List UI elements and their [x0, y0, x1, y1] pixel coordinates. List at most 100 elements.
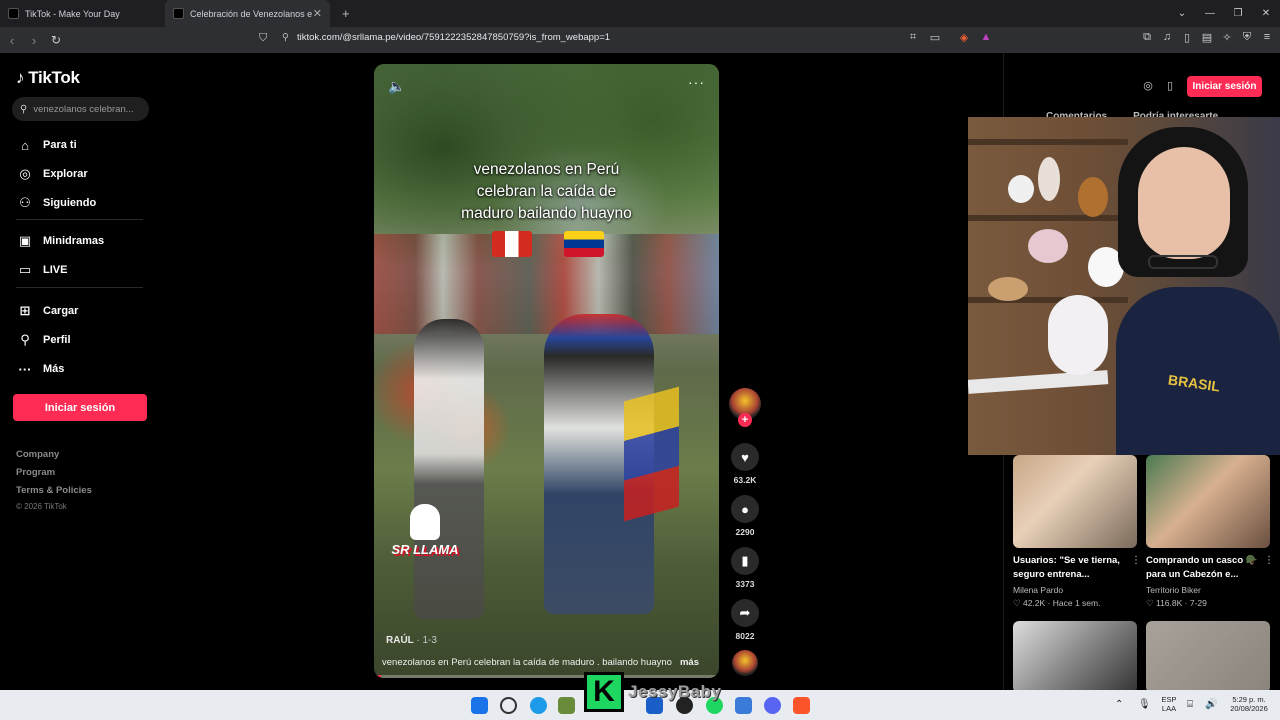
- video-description: venezolanos en Perú celebran la caída de…: [382, 657, 699, 668]
- following-icon: ⚇: [19, 195, 31, 210]
- volume-tray-icon[interactable]: 🔊: [1205, 699, 1217, 710]
- profile-icon: ⚲: [20, 332, 30, 347]
- more-link[interactable]: más: [680, 657, 699, 668]
- live-icon: ▭: [18, 262, 32, 277]
- tab-video[interactable]: Celebración de Venezolanos e ✕: [165, 0, 330, 27]
- divider: [16, 287, 143, 288]
- url-field[interactable]: ⚲ tiktok.com/@srllama.pe/video/7591222352…: [282, 32, 610, 43]
- bookmark-icon[interactable]: ⛉: [259, 32, 267, 45]
- edge-icon[interactable]: [530, 697, 547, 714]
- share-icon: ➦: [731, 599, 759, 627]
- nav-para-ti[interactable]: ⌂ Para ti: [16, 135, 77, 155]
- music-disc[interactable]: [728, 650, 762, 676]
- compass-icon[interactable]: ◎: [1137, 79, 1159, 92]
- nav-siguiendo[interactable]: ⚇ Siguiendo: [16, 193, 96, 213]
- close-tab-icon[interactable]: ✕: [313, 7, 322, 20]
- app-icon[interactable]: [558, 697, 575, 714]
- minimize-icon[interactable]: —: [1196, 8, 1224, 19]
- footer-terms-link[interactable]: Terms & Policies: [16, 485, 92, 496]
- footer-company-link[interactable]: Company: [16, 449, 59, 460]
- forward-icon[interactable]: ›: [24, 33, 44, 48]
- post-date: · 1-3: [416, 635, 437, 646]
- streamer-face: [1138, 147, 1230, 259]
- site-info-icon[interactable]: ⚲: [282, 32, 289, 43]
- like-button[interactable]: ♥ 63.2K: [728, 443, 762, 485]
- brave-shield-icon[interactable]: ◈: [956, 31, 972, 44]
- video-author: Milena Pardo: [1013, 585, 1064, 595]
- progress-fill: [374, 675, 381, 678]
- new-tab-button[interactable]: +: [342, 6, 350, 21]
- maximize-icon[interactable]: ❐: [1224, 8, 1252, 19]
- nav-explorar[interactable]: ◎ Explorar: [16, 164, 87, 184]
- save-button[interactable]: ▮ 3373: [728, 547, 762, 589]
- sidebar-icon[interactable]: ▯: [1179, 31, 1195, 44]
- language-indicator[interactable]: ESP LAA: [1160, 695, 1178, 713]
- venezuela-flag-cape: [624, 386, 679, 522]
- vpn-icon[interactable]: ⛨: [1239, 31, 1255, 44]
- tray-chevron-icon[interactable]: ⌃: [1115, 699, 1123, 710]
- mic-tray-icon[interactable]: 🎙: [1138, 699, 1151, 710]
- video-author[interactable]: RAÚL · 1-3: [386, 635, 437, 646]
- plush-toy: [1038, 157, 1060, 201]
- video-progress-bar[interactable]: [374, 675, 719, 678]
- tab-tiktok[interactable]: TikTok - Make Your Day: [0, 0, 165, 27]
- video-options-icon[interactable]: ···: [688, 74, 705, 90]
- shelf: [968, 139, 1128, 145]
- app-icon[interactable]: [735, 697, 752, 714]
- watermark-text: SR LLAMA: [391, 542, 459, 557]
- video-title: Comprando un casco 🪖 para un Cabezón e..…: [1146, 555, 1258, 580]
- recommended-video-thumbnail[interactable]: [1013, 621, 1137, 693]
- search-input[interactable]: ⚲ venezolanos celebran...: [12, 97, 149, 121]
- extensions-icon[interactable]: ⧉: [1139, 31, 1155, 44]
- plush-toy: [1008, 175, 1034, 203]
- comment-button[interactable]: ● 2290: [728, 495, 762, 537]
- header-login-button[interactable]: Iniciar sesión: [1187, 76, 1262, 97]
- video-player[interactable]: 🔈 ··· venezolanos en Perú celebran la ca…: [374, 64, 719, 678]
- network-icon[interactable]: ⌸: [1187, 699, 1193, 710]
- nav-minidramas[interactable]: ▣ Minidramas: [16, 231, 104, 251]
- recommended-video[interactable]: Usuarios: "Se ve tierna, seguro entrena.…: [1013, 455, 1141, 609]
- nav-cargar[interactable]: ⊞ Cargar: [16, 301, 79, 321]
- tiktok-logo[interactable]: ♪ TikTok: [16, 68, 80, 88]
- like-count: 63.2K: [733, 475, 757, 485]
- nav-live[interactable]: ▭ LIVE: [16, 260, 68, 280]
- leo-icon[interactable]: ✧: [1219, 31, 1235, 44]
- tab-search-icon[interactable]: ⌄: [1168, 8, 1196, 19]
- video-author: Territorio Biker: [1146, 585, 1201, 595]
- cast-icon[interactable]: ▭: [927, 31, 943, 44]
- brave-icon[interactable]: [793, 697, 810, 714]
- more-options-icon[interactable]: ⋮: [1131, 555, 1141, 566]
- share-button[interactable]: ➦ 8022: [728, 599, 762, 641]
- video-stats: ♡ 42.2K · Hace 1 sem.: [1013, 598, 1101, 608]
- video-actions: + ♥ 63.2K ● 2290 ▮ 3373 ➦ 8022: [728, 388, 762, 676]
- keyboard-layout: LAA: [1161, 704, 1177, 713]
- tiktok-favicon-icon: [173, 8, 184, 19]
- nav-perfil[interactable]: ⚲ Perfil: [16, 330, 70, 350]
- follow-plus-icon[interactable]: +: [738, 413, 752, 427]
- wallet-icon[interactable]: ▤: [1199, 31, 1215, 44]
- discord-icon[interactable]: [764, 697, 781, 714]
- rewards-icon[interactable]: ▲: [978, 31, 994, 43]
- media-icon[interactable]: ♫: [1159, 31, 1175, 43]
- recommended-video-thumbnail[interactable]: [1146, 621, 1270, 693]
- tiktok-note-icon: ♪: [16, 68, 25, 87]
- creator-avatar[interactable]: +: [729, 388, 761, 427]
- nav-mas[interactable]: ··· Más: [16, 359, 65, 379]
- menu-icon[interactable]: ≡: [1259, 31, 1275, 43]
- shelf: [968, 297, 1128, 303]
- reload-icon[interactable]: ↻: [46, 33, 66, 47]
- start-icon[interactable]: [471, 697, 488, 714]
- search-icon[interactable]: [500, 697, 517, 714]
- back-icon[interactable]: ‹: [2, 33, 22, 48]
- login-button[interactable]: Iniciar sesión: [13, 394, 147, 421]
- close-window-icon[interactable]: ✕: [1252, 8, 1280, 19]
- translate-icon[interactable]: ⌗: [905, 31, 921, 44]
- device-icon[interactable]: ▯: [1159, 79, 1181, 92]
- kick-logo-badge: K: [584, 672, 624, 712]
- volume-icon[interactable]: 🔈: [388, 78, 405, 95]
- more-options-icon[interactable]: ⋮: [1264, 555, 1274, 566]
- footer-program-link[interactable]: Program: [16, 467, 55, 478]
- recommended-video[interactable]: Comprando un casco 🪖 para un Cabezón e..…: [1146, 455, 1274, 609]
- video-caption-overlay: venezolanos en Perú celebran la caída de…: [374, 159, 719, 225]
- clock[interactable]: 5:29 p. m. 20/08/2026: [1225, 695, 1273, 713]
